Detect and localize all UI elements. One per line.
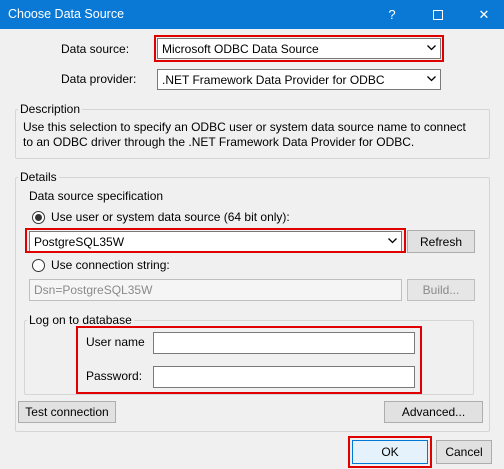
details-title: Details [18,170,59,184]
dsn-value: PostgreSQL35W [34,234,125,249]
chevron-down-icon [383,236,401,247]
help-button[interactable]: ? [372,0,412,29]
data-source-label: Data source: [61,42,130,56]
close-button[interactable]: ✕ [464,0,504,29]
build-button[interactable]: Build... [407,279,475,301]
data-provider-value: .NET Framework Data Provider for ODBC [162,72,385,87]
connection-string-field[interactable]: Dsn=PostgreSQL35W [29,279,402,301]
data-source-select[interactable]: Microsoft ODBC Data Source [157,38,441,59]
title-bar: Choose Data Source ? ✕ [0,0,504,29]
username-field[interactable] [153,332,415,354]
use-connection-string-label: Use connection string: [51,258,170,272]
test-connection-button[interactable]: Test connection [18,401,116,423]
ok-button[interactable]: OK [352,440,428,464]
window-title: Choose Data Source [8,7,125,21]
description-title: Description [18,102,83,116]
chevron-down-icon [422,74,440,85]
refresh-button[interactable]: Refresh [407,230,475,253]
use-dsn-label: Use user or system data source (64 bit o… [51,210,290,224]
advanced-button[interactable]: Advanced... [384,401,483,423]
username-label: User name [86,335,145,349]
data-provider-label: Data provider: [61,72,137,86]
password-field[interactable] [153,366,415,388]
close-icon: ✕ [478,6,490,22]
data-source-spec-label: Data source specification [29,189,164,203]
description-line-1: Use this selection to specify an ODBC us… [23,120,466,134]
use-dsn-radio[interactable] [32,211,45,224]
data-provider-select[interactable]: .NET Framework Data Provider for ODBC [157,69,441,90]
help-icon: ? [388,7,396,22]
logon-title: Log on to database [27,313,134,327]
description-text: Use this selection to specify an ODBC us… [23,120,485,150]
chevron-down-icon [422,43,440,54]
data-source-value: Microsoft ODBC Data Source [162,41,319,56]
maximize-button[interactable] [418,0,458,29]
maximize-icon [433,9,443,20]
cancel-button[interactable]: Cancel [436,440,492,464]
password-label: Password: [86,369,143,383]
use-connection-string-radio[interactable] [32,259,45,272]
dsn-select[interactable]: PostgreSQL35W [29,231,402,252]
description-line-2: to an ODBC driver through the .NET Frame… [23,135,415,149]
